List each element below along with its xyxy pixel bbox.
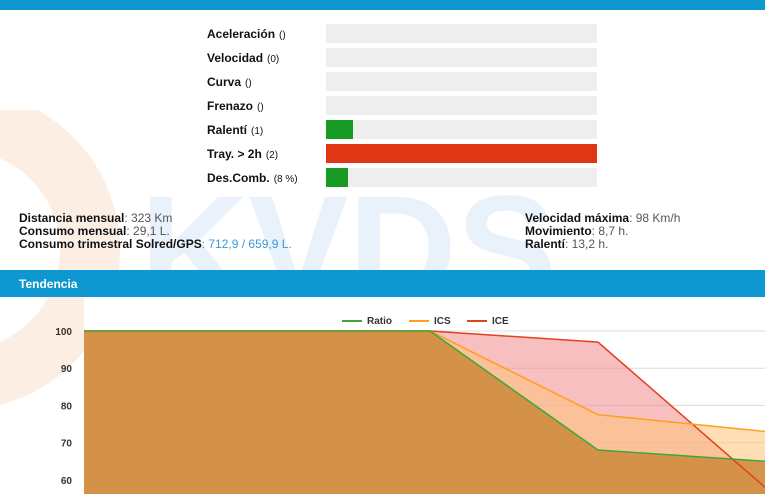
quarterly-consumption-stat: Consumo trimestral Solred/GPS: 712,9 / 6… — [19, 237, 292, 251]
y-tick-label: 90 — [61, 364, 73, 375]
monthly-stats-left: Distancia mensual: 323 Km Consumo mensua… — [19, 212, 292, 251]
legend-label: Ratio — [367, 316, 392, 327]
metric-bar-curva — [326, 72, 597, 91]
metric-bar-frenazo — [326, 96, 597, 115]
metric-label-velocidad: Velocidad (0) — [207, 51, 280, 65]
legend-label: ICS — [434, 316, 451, 327]
top-header-bar — [0, 0, 765, 10]
metric-bar-fill — [326, 168, 348, 187]
trend-section-header: Tendencia — [0, 270, 765, 297]
metric-bar-ralenti — [326, 120, 597, 139]
metric-bar-trayectos — [326, 144, 597, 163]
y-tick-label: 80 — [61, 401, 73, 412]
metric-label-frenazo: Frenazo() — [207, 99, 264, 113]
metric-label-trayectos: Tray. > 2h (2) — [207, 147, 279, 161]
trend-chart: 100 90 80 70 60 Ratio ICS ICE — [55, 297, 765, 494]
metric-bar-fill — [326, 120, 354, 139]
metric-label-aceleracion: Aceleración() — [207, 27, 286, 41]
legend-label: ICE — [492, 316, 509, 327]
metric-label-descomb: Des.Comb. (8 %) — [207, 171, 298, 185]
y-tick-label: 100 — [55, 327, 72, 338]
idle-stat: Ralentí: 13,2 h. — [525, 237, 609, 251]
monthly-stats-right: Velocidad máxima: 98 Km/h Movimiento: 8,… — [525, 212, 680, 251]
metric-label-curva: Curva() — [207, 75, 252, 89]
metric-bar-fill — [326, 144, 597, 163]
metric-bar-aceleracion — [326, 24, 597, 43]
metric-bar-descomb — [326, 168, 597, 187]
quarterly-consumption-link[interactable]: : 712,9 / 659,9 L. — [202, 237, 292, 251]
metric-bar-velocidad — [326, 48, 597, 67]
y-tick-label: 60 — [61, 476, 73, 487]
y-tick-label: 70 — [61, 439, 73, 450]
section-title: Tendencia — [19, 277, 78, 291]
metric-label-ralenti: Ralentí (1) — [207, 123, 264, 137]
